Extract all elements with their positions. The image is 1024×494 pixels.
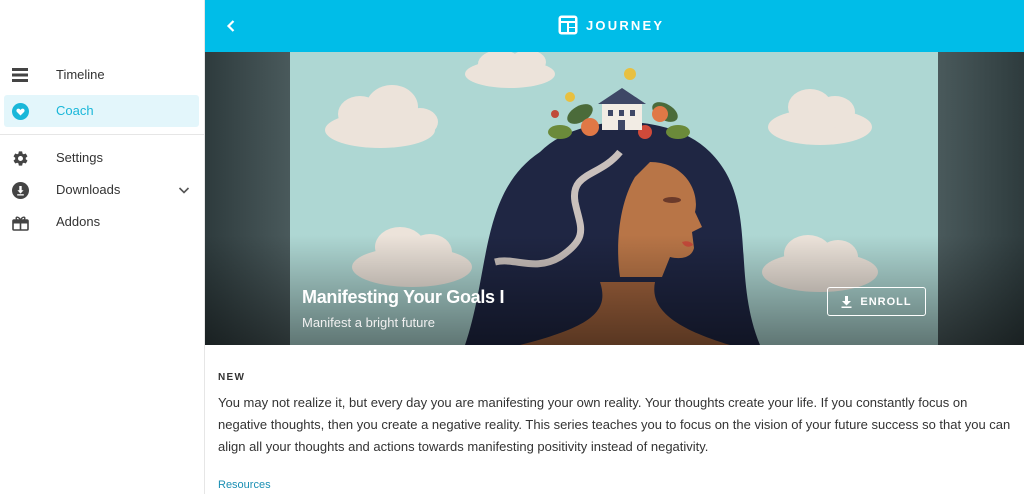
sidebar-item-settings[interactable]: Settings	[4, 142, 199, 174]
download-icon	[11, 181, 29, 199]
download-icon	[841, 295, 852, 308]
sidebar-divider	[0, 134, 205, 135]
sidebar-item-downloads[interactable]: Downloads	[4, 174, 199, 206]
enroll-label: ENROLL	[860, 295, 912, 308]
sidebar-item-addons[interactable]: Addons	[4, 206, 199, 238]
course-title: Manifesting Your Goals I	[302, 287, 505, 307]
chevron-left-icon	[226, 20, 235, 32]
course-description: You may not realize it, but every day yo…	[218, 395, 1011, 454]
sidebar-item-label: Coach	[56, 103, 94, 118]
top-bar: JOURNEY	[205, 0, 1024, 52]
sidebar-item-timeline[interactable]: Timeline	[4, 59, 199, 91]
heart-icon	[11, 102, 29, 120]
course-subtitle: Manifest a bright future	[302, 315, 435, 330]
sidebar-item-label: Downloads	[56, 182, 121, 197]
resources-link[interactable]: Resources	[218, 479, 271, 491]
course-hero: Manifesting Your Goals I Manifest a brig…	[205, 52, 1024, 345]
timeline-icon	[11, 66, 29, 84]
brand-logo: JOURNEY	[558, 13, 664, 37]
sidebar-item-label: Addons	[56, 214, 101, 229]
sidebar-item-coach[interactable]: Coach	[4, 95, 199, 127]
new-badge: NEW	[218, 372, 246, 383]
back-button[interactable]	[219, 14, 243, 38]
sidebar: Timeline Coach Settings Downloads Addons	[0, 0, 205, 494]
enroll-button[interactable]: ENROLL	[827, 287, 926, 316]
brand-name: JOURNEY	[586, 17, 665, 33]
sidebar-item-label: Timeline	[56, 67, 105, 82]
journey-logo-icon	[558, 15, 578, 35]
sidebar-item-label: Settings	[56, 150, 103, 165]
gear-icon	[11, 149, 29, 167]
chevron-down-icon[interactable]	[177, 183, 191, 197]
gift-icon	[11, 213, 29, 231]
